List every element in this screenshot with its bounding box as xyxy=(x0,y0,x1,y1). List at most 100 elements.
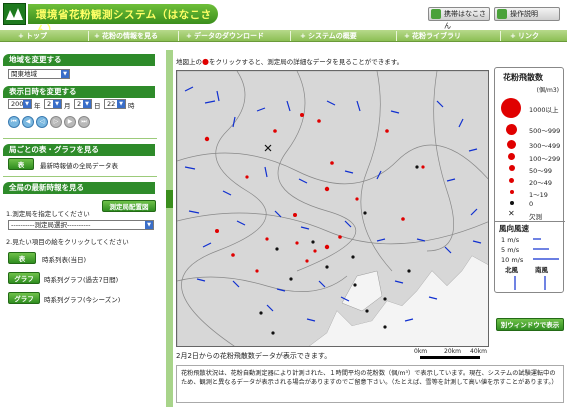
step-back-icon[interactable]: ◁ xyxy=(36,116,48,128)
hour-select[interactable]: 22 ▼ xyxy=(104,99,126,109)
open-new-window-button[interactable]: 別ウィンドウで表示 xyxy=(496,318,564,331)
region-section-title: 地域を変更する xyxy=(3,54,155,66)
mobile-icon xyxy=(431,9,441,19)
sidebar: 地域を変更する 関東地域 ▼ 表示日時を変更する 2009 ▼ 年 2 ▼ 月 2 ▼… xyxy=(0,50,158,407)
south-wind-label: 南風 xyxy=(535,266,548,274)
hour-unit: 時 xyxy=(128,102,135,110)
map-scale: 0km 20km 40km xyxy=(414,348,489,360)
all-station-table-label: 最新時報値の全局データ表 xyxy=(40,162,118,170)
legend-row: 500～999 xyxy=(495,124,565,135)
main-nav: トップ 花粉の情報を見る データのダウンロード システムの概要 花粉ライブラリ … xyxy=(0,30,567,42)
graph-season-label: 時系列グラフ(今シーズン) xyxy=(44,296,121,304)
chevron-down-icon: ▼ xyxy=(23,100,31,108)
nav-separator xyxy=(500,31,501,41)
step-forward-icon[interactable]: ▶ xyxy=(64,116,76,128)
timeseries-table-label: 時系列表(当日) xyxy=(42,256,87,264)
map-instruction: 地図上の●をクリックすると、測定局の詳細なデータを見ることができます。 xyxy=(176,57,404,66)
nav-pollen-info[interactable]: 花粉の情報を見る xyxy=(94,30,158,42)
help-icon xyxy=(497,9,507,19)
pollen-map[interactable] xyxy=(176,70,489,347)
chevron-down-icon: ▼ xyxy=(61,70,69,78)
year-unit: 年 xyxy=(34,102,41,110)
day-unit: 日 xyxy=(94,102,101,110)
title-bar: 環境省花粉観測システム（はなこさん） xyxy=(28,4,218,36)
help-button[interactable]: 操作説明 xyxy=(494,7,560,21)
wind-direction-icon xyxy=(514,276,546,290)
info-note: 花粉飛散状況は、花粉自動測定器により計測された、１時間平均の花粉数（個/m³）で… xyxy=(176,365,564,403)
legend-dot xyxy=(510,201,514,205)
legend-dot xyxy=(507,140,516,149)
latest-section-title: 全局の最新時報を見る xyxy=(3,182,155,194)
legend-dot xyxy=(501,98,521,118)
day-select[interactable]: 2 ▼ xyxy=(74,99,92,109)
datetime-section-title: 表示日時を変更する xyxy=(3,86,155,98)
step1-label: 1.測定局を指定してください xyxy=(6,210,90,218)
wind-row-1: 1 m/s xyxy=(501,236,520,244)
legend-dot xyxy=(506,124,517,135)
sidebar-toggle-tab[interactable] xyxy=(166,190,173,208)
year-select[interactable]: 2009 ▼ xyxy=(8,99,32,109)
station-map-button[interactable]: 測定局配置図 xyxy=(102,200,156,212)
scale-label-0: 0km xyxy=(414,348,428,355)
wind-row-10: 10 m/s xyxy=(501,256,524,264)
step2-label: 2.見たい項目の絵をクリックしてください xyxy=(6,238,129,246)
nav-download[interactable]: データのダウンロード xyxy=(186,30,264,42)
station-select[interactable]: ----------測定局選択---------- ▼ xyxy=(8,220,154,230)
north-wind-label: 北風 xyxy=(505,266,518,274)
graph-7day-button[interactable]: グラフ xyxy=(8,272,40,284)
chevron-down-icon: ▼ xyxy=(83,100,91,108)
missing-x-icon: ✕ xyxy=(508,209,515,218)
nav-separator xyxy=(88,31,89,41)
month-unit: 月 xyxy=(64,102,71,110)
header: 環境省花粉観測システム（はなこさん） 携帯はなこさん 操作説明 xyxy=(0,0,567,36)
all-station-table-button[interactable]: 表 xyxy=(8,158,34,170)
map-canvas xyxy=(177,71,488,346)
play-icon[interactable]: ▷ xyxy=(50,116,62,128)
legend-row: 20～49 xyxy=(495,176,565,187)
legend-row: 0 xyxy=(495,199,565,209)
station-section-title: 局ごとの表・グラフを見る xyxy=(3,144,155,156)
chevron-down-icon: ▼ xyxy=(53,100,61,108)
legend-dot xyxy=(510,190,514,194)
month-select[interactable]: 2 ▼ xyxy=(44,99,62,109)
legend-row: 300～499 xyxy=(495,139,565,150)
chevron-down-icon: ▼ xyxy=(145,221,153,229)
last-icon[interactable]: ⏭ xyxy=(78,116,90,128)
nav-pollen-library[interactable]: 花粉ライブラリ xyxy=(404,30,461,42)
divider xyxy=(3,138,157,139)
wind-title: 風向風速 xyxy=(499,224,529,233)
region-select[interactable]: 関東地域 ▼ xyxy=(8,69,70,79)
timeseries-table-button[interactable]: 表 xyxy=(8,252,36,264)
first-icon[interactable]: ⏮ xyxy=(8,116,20,128)
legend-row: 1～19 xyxy=(495,188,565,199)
scale-bar xyxy=(420,356,480,359)
legend-unit: (個/m3) xyxy=(536,87,559,94)
legend-row: 50～99 xyxy=(495,164,565,175)
nav-system-overview[interactable]: システムの概要 xyxy=(300,30,357,42)
mobile-hanako-button[interactable]: 携帯はなこさん xyxy=(428,7,490,30)
nav-separator xyxy=(178,31,179,41)
graph-season-button[interactable]: グラフ xyxy=(8,292,40,304)
chevron-down-icon: ▼ xyxy=(117,100,125,108)
legend-dot xyxy=(508,153,515,160)
legend-panel: 花粉飛散数 (個/m3) 1000以上 500～999 300～499 100～… xyxy=(494,67,565,293)
legend-row: ✕ 欠測 xyxy=(508,209,542,221)
scale-label-40: 40km xyxy=(470,348,487,355)
legend-row: 100～299 xyxy=(495,152,565,163)
wind-arrows-icon xyxy=(533,238,559,260)
legend-dot xyxy=(509,178,514,183)
nav-separator xyxy=(396,31,397,41)
prev-icon[interactable]: ◀ xyxy=(22,116,34,128)
legend-row: 1000以上 xyxy=(495,98,565,118)
legend-title: 花粉飛散数 xyxy=(503,73,543,82)
red-dot-icon: ● xyxy=(202,57,209,66)
scale-label-20: 20km xyxy=(444,348,461,355)
legend-dot xyxy=(509,165,515,171)
divider xyxy=(495,221,565,222)
sidebar-toggle-strip[interactable] xyxy=(166,50,173,407)
wind-row-5: 5 m/s xyxy=(501,246,520,254)
nav-links[interactable]: リンク xyxy=(510,30,539,42)
map-caption: 2月2日からの花粉飛散数データが表示できます。 xyxy=(176,352,332,360)
graph-7day-label: 時系列グラフ(過去7日間) xyxy=(44,276,119,284)
nav-top[interactable]: トップ xyxy=(18,30,47,42)
